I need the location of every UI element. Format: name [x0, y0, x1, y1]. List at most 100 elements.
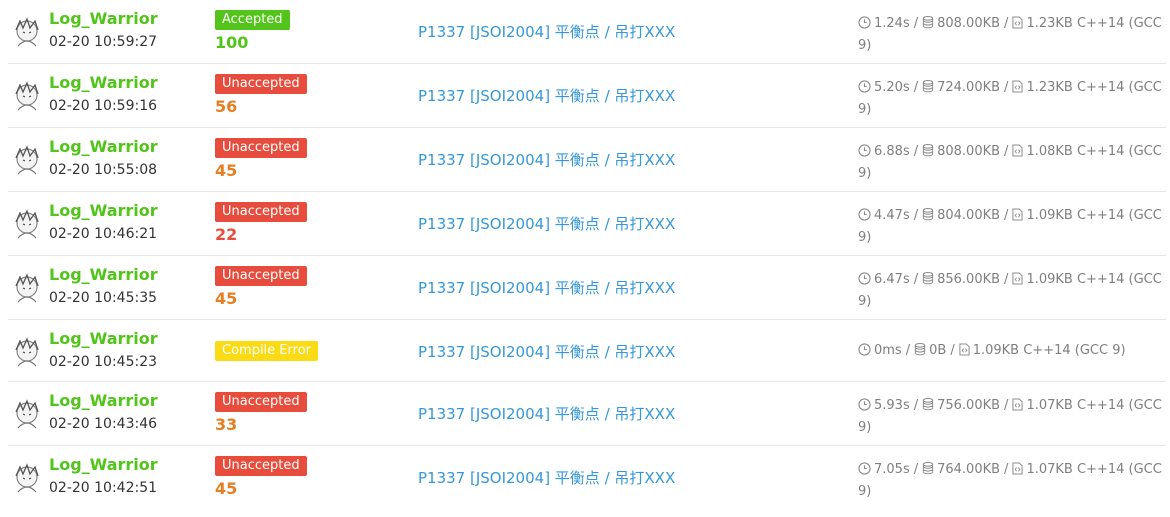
problem-link[interactable]: P1337 [JSOI2004] 平衡点 / 吊打XXX — [418, 85, 675, 106]
score: 45 — [215, 289, 238, 308]
database-icon — [922, 143, 934, 157]
run-time: 7.05s — [874, 462, 910, 477]
code-size: 1.09KB — [972, 343, 1020, 358]
submission-row: Log_Warrior 02-20 10:59:16 Unaccepted 56… — [8, 64, 1166, 128]
memory-usage: 808.00KB — [937, 144, 1001, 159]
submit-time: 02-20 10:45:35 — [49, 290, 158, 306]
code-size: 1.23KB — [1026, 80, 1073, 95]
code-size: 1.07KB — [1026, 398, 1073, 413]
submit-time: 02-20 10:59:27 — [49, 34, 158, 50]
submission-meta: 6.88s/808.00KB/1.08KB C++14 (GCC 9) — [858, 143, 1162, 181]
submission-row: Log_Warrior 02-20 10:45:23 Compile Error… — [8, 320, 1166, 382]
submission-row: Log_Warrior 02-20 10:55:08 Unaccepted 45… — [8, 128, 1166, 192]
username-link[interactable]: Log_Warrior — [49, 137, 158, 156]
problem-link[interactable]: P1337 [JSOI2004] 平衡点 / 吊打XXX — [418, 21, 675, 42]
run-time: 1.24s — [874, 16, 910, 31]
submission-row: Log_Warrior 02-20 10:42:51 Unaccepted 45… — [8, 446, 1166, 510]
clock-icon — [858, 16, 871, 29]
problem-link[interactable]: P1337 [JSOI2004] 平衡点 / 吊打XXX — [418, 467, 675, 488]
file-code-icon — [1012, 80, 1024, 93]
username-link[interactable]: Log_Warrior — [49, 455, 158, 474]
username-link[interactable]: Log_Warrior — [49, 73, 158, 92]
submission-meta: 4.47s/804.00KB/1.09KB C++14 (GCC 9) — [858, 207, 1162, 245]
clock-icon — [858, 80, 871, 93]
code-size: 1.08KB — [1026, 144, 1073, 159]
status-badge[interactable]: Unaccepted — [215, 74, 307, 94]
database-icon — [922, 461, 934, 475]
username-link[interactable]: Log_Warrior — [49, 9, 158, 28]
run-time: 6.88s — [874, 144, 910, 159]
username-link[interactable]: Log_Warrior — [49, 391, 158, 410]
clock-icon — [858, 208, 871, 221]
problem-link[interactable]: P1337 [JSOI2004] 平衡点 / 吊打XXX — [418, 341, 675, 362]
submit-time: 02-20 10:46:21 — [49, 226, 158, 242]
score: 56 — [215, 97, 238, 116]
status-badge[interactable]: Unaccepted — [215, 202, 307, 222]
submit-time: 02-20 10:55:08 — [49, 162, 158, 178]
status-badge[interactable]: Unaccepted — [215, 138, 307, 158]
avatar[interactable] — [10, 272, 44, 306]
submission-row: Log_Warrior 02-20 10:46:21 Unaccepted 22… — [8, 192, 1166, 256]
problem-link[interactable]: P1337 [JSOI2004] 平衡点 / 吊打XXX — [418, 149, 675, 170]
memory-usage: 724.00KB — [937, 80, 1001, 95]
status-badge[interactable]: Unaccepted — [215, 266, 307, 286]
run-time: 5.93s — [874, 398, 910, 413]
submission-row: Log_Warrior 02-20 10:59:27 Accepted 100 … — [8, 0, 1166, 64]
status-badge[interactable]: Compile Error — [215, 341, 318, 361]
database-icon — [922, 271, 934, 285]
submit-time: 02-20 10:42:51 — [49, 480, 158, 496]
run-time: 5.20s — [874, 80, 910, 95]
avatar[interactable] — [10, 462, 44, 496]
memory-usage: 0B — [929, 343, 947, 358]
file-code-icon — [1012, 16, 1024, 29]
score: 100 — [215, 33, 249, 52]
database-icon — [922, 79, 934, 93]
file-code-icon — [1012, 398, 1024, 411]
clock-icon — [858, 462, 871, 475]
submission-row: Log_Warrior 02-20 10:45:35 Unaccepted 45… — [8, 256, 1166, 320]
memory-usage: 804.00KB — [937, 208, 1001, 223]
submission-meta: 0ms/0B/1.09KB C++14 (GCC 9) — [858, 340, 1163, 362]
problem-link[interactable]: P1337 [JSOI2004] 平衡点 / 吊打XXX — [418, 213, 675, 234]
problem-link[interactable]: P1337 [JSOI2004] 平衡点 / 吊打XXX — [418, 403, 675, 424]
submission-meta: 5.93s/756.00KB/1.07KB C++14 (GCC 9) — [858, 397, 1162, 435]
submission-row: Log_Warrior 02-20 10:43:46 Unaccepted 33… — [8, 382, 1166, 446]
language: C++14 (GCC 9) — [1023, 343, 1126, 358]
avatar[interactable] — [10, 16, 44, 50]
status-badge[interactable]: Accepted — [215, 10, 290, 30]
memory-usage: 764.00KB — [937, 462, 1001, 477]
submit-time: 02-20 10:43:46 — [49, 416, 158, 432]
avatar[interactable] — [10, 80, 44, 114]
problem-link[interactable]: P1337 [JSOI2004] 平衡点 / 吊打XXX — [418, 277, 675, 298]
score: 22 — [215, 225, 238, 244]
database-icon — [922, 397, 934, 411]
username-link[interactable]: Log_Warrior — [49, 265, 158, 284]
submission-meta: 1.24s/808.00KB/1.23KB C++14 (GCC 9) — [858, 15, 1162, 53]
submission-meta: 6.47s/856.00KB/1.09KB C++14 (GCC 9) — [858, 271, 1162, 309]
avatar[interactable] — [10, 208, 44, 242]
username-link[interactable]: Log_Warrior — [49, 329, 158, 348]
run-time: 4.47s — [874, 208, 910, 223]
submit-time: 02-20 10:45:23 — [49, 354, 158, 370]
avatar[interactable] — [10, 398, 44, 432]
submission-list: Log_Warrior 02-20 10:59:27 Accepted 100 … — [0, 0, 1170, 510]
score: 45 — [215, 161, 238, 180]
status-badge[interactable]: Unaccepted — [215, 456, 307, 476]
code-size: 1.07KB — [1026, 462, 1073, 477]
database-icon — [922, 15, 934, 29]
code-size: 1.09KB — [1026, 208, 1073, 223]
clock-icon — [858, 343, 871, 356]
avatar[interactable] — [10, 336, 44, 370]
run-time: 0ms — [874, 343, 902, 358]
database-icon — [914, 342, 926, 356]
score: 45 — [215, 479, 238, 498]
clock-icon — [858, 272, 871, 285]
score: 33 — [215, 415, 238, 434]
clock-icon — [858, 144, 871, 157]
file-code-icon — [1012, 208, 1024, 221]
avatar[interactable] — [10, 144, 44, 178]
memory-usage: 856.00KB — [937, 272, 1001, 287]
status-badge[interactable]: Unaccepted — [215, 392, 307, 412]
submission-meta: 7.05s/764.00KB/1.07KB C++14 (GCC 9) — [858, 461, 1162, 499]
username-link[interactable]: Log_Warrior — [49, 201, 158, 220]
